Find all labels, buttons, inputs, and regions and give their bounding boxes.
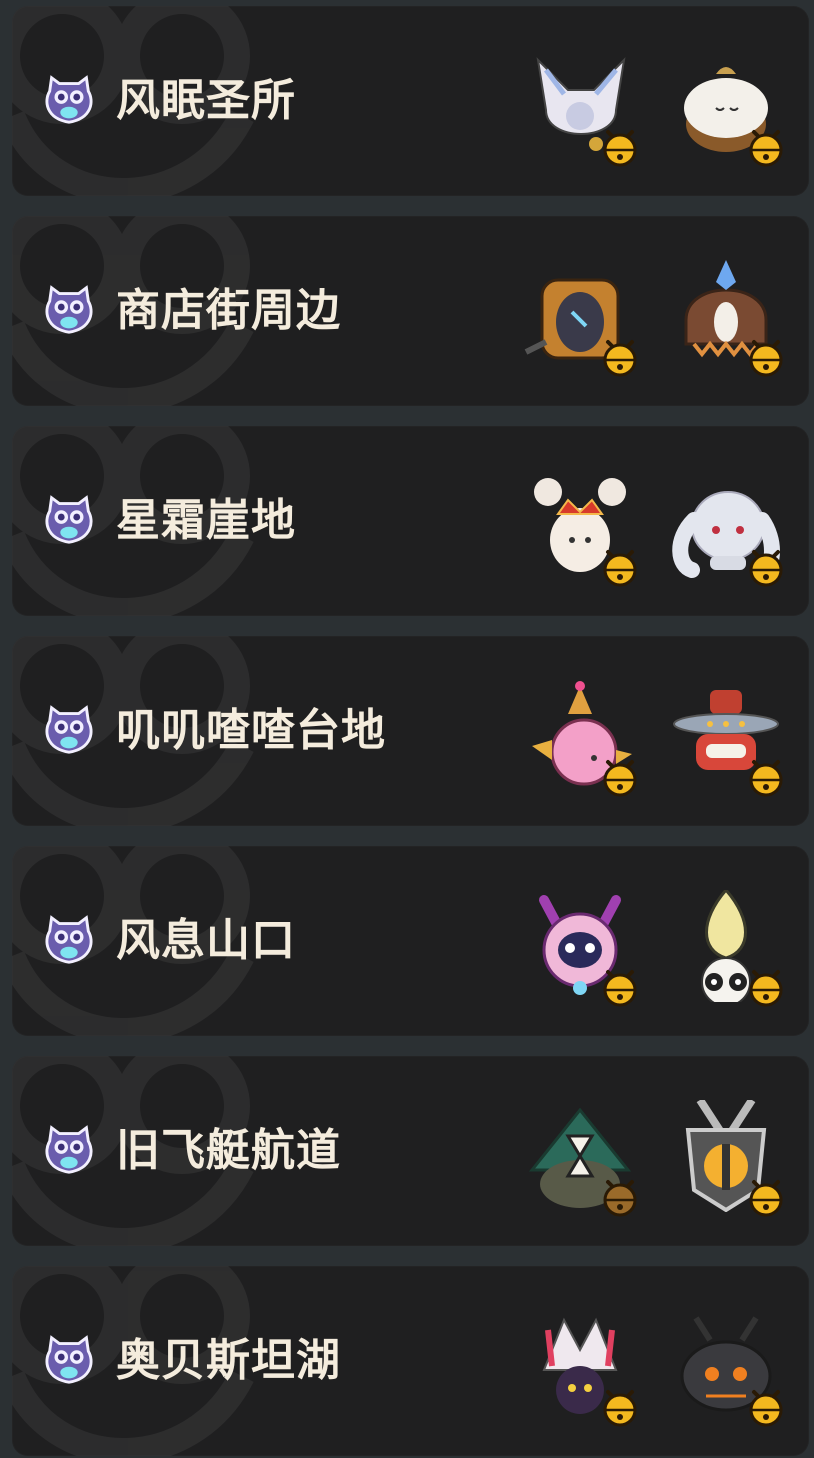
spirit-slot[interactable] (662, 254, 790, 382)
bell-icon (746, 336, 786, 378)
owl-icon (40, 1120, 98, 1178)
owl-icon (40, 490, 98, 548)
location-name: 风眠圣所 (116, 75, 296, 126)
location-name: 商店街周边 (116, 285, 341, 336)
location-name: 旧飞艇航道 (116, 1125, 341, 1176)
location-name: 星霜崖地 (116, 495, 296, 546)
location-name: 奥贝斯坦湖 (116, 1335, 341, 1386)
bell-icon (600, 336, 640, 378)
bell-icon (746, 1176, 786, 1218)
spirit-slot[interactable] (662, 884, 790, 1012)
location-card[interactable]: 奥贝斯坦湖 (12, 1266, 809, 1456)
location-list: 风眠圣所商店街周边星霜崖地叽叽喳喳台地 风息山口旧飞艇航道奥贝斯坦湖 (0, 0, 814, 1458)
bell-icon (746, 1386, 786, 1428)
location-name: 叽叽喳喳台地 (116, 705, 386, 756)
spirit-slot[interactable] (662, 1094, 790, 1222)
spirit-slot[interactable] (516, 1094, 644, 1222)
spirit-slot[interactable] (516, 884, 644, 1012)
spirit-slot[interactable] (662, 1304, 790, 1432)
bell-icon (600, 1386, 640, 1428)
owl-icon (40, 700, 98, 758)
location-card[interactable]: 风眠圣所 (12, 6, 809, 196)
spirit-slot[interactable] (662, 44, 790, 172)
spirit-slot[interactable] (516, 674, 644, 802)
location-card[interactable]: 星霜崖地 (12, 426, 809, 616)
owl-icon (40, 280, 98, 338)
bell-icon (600, 966, 640, 1008)
location-card[interactable]: 旧飞艇航道 (12, 1056, 809, 1246)
spirit-slot[interactable] (516, 44, 644, 172)
spirit-slot[interactable] (516, 464, 644, 592)
spirit-slot[interactable] (516, 254, 644, 382)
bell-icon (600, 756, 640, 798)
bell-icon (746, 966, 786, 1008)
spirit-slot[interactable] (516, 1304, 644, 1432)
location-card[interactable]: 叽叽喳喳台地 (12, 636, 809, 826)
owl-icon (40, 70, 98, 128)
bell-icon (746, 756, 786, 798)
owl-icon (40, 910, 98, 968)
bell-icon (746, 546, 786, 588)
spirit-slot[interactable] (662, 674, 790, 802)
bell-icon (600, 1176, 640, 1218)
bell-icon (600, 126, 640, 168)
bell-icon (746, 126, 786, 168)
location-name: 风息山口 (116, 915, 296, 966)
bell-icon (600, 546, 640, 588)
location-card[interactable]: 风息山口 (12, 846, 809, 1036)
location-card[interactable]: 商店街周边 (12, 216, 809, 406)
spirit-slot[interactable] (662, 464, 790, 592)
owl-icon (40, 1330, 98, 1388)
